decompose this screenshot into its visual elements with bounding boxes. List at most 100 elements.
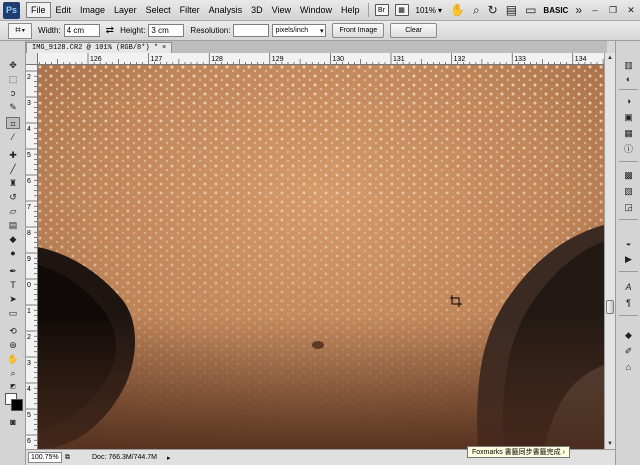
menu-filter[interactable]: Filter bbox=[176, 3, 204, 17]
height-input[interactable] bbox=[148, 24, 185, 37]
default-colors-icon[interactable]: ◩ bbox=[6, 381, 20, 393]
chevron-double-right-icon[interactable]: » bbox=[575, 3, 582, 17]
adjustments-icon[interactable]: ◑ bbox=[622, 95, 635, 107]
path-selection-tool-icon[interactable]: ➤ bbox=[6, 293, 20, 305]
masks-icon[interactable]: ▣ bbox=[622, 111, 635, 123]
quick-mask-icon[interactable]: ◙ bbox=[6, 416, 20, 428]
background-color-swatch[interactable] bbox=[11, 399, 23, 411]
move-tool-icon[interactable]: ✥ bbox=[6, 59, 20, 71]
eyedropper-tool-icon[interactable]: ⁄ bbox=[6, 131, 20, 143]
3d-panel-icon[interactable]: ◆ bbox=[622, 329, 635, 341]
layers-icon[interactable]: ▥ bbox=[622, 59, 635, 71]
3d-rotate-tool-icon[interactable]: ⟲ bbox=[6, 325, 20, 337]
healing-brush-tool-icon[interactable]: ✚ bbox=[6, 149, 20, 161]
dock-divider bbox=[619, 315, 638, 316]
ruler-h-label: 133 bbox=[514, 56, 526, 63]
menu-edit[interactable]: Edit bbox=[52, 3, 76, 17]
gradient-tool-icon[interactable]: ▤ bbox=[6, 219, 20, 231]
brushes-icon[interactable]: ✐ bbox=[622, 345, 635, 357]
ruler-h-label: 132 bbox=[454, 56, 466, 63]
ruler-h-label: 128 bbox=[211, 56, 223, 63]
zoom-level-select[interactable]: 101% ▾ bbox=[416, 6, 442, 15]
bridge-icon[interactable]: Br bbox=[374, 4, 389, 16]
photoshop-logo[interactable]: Ps bbox=[3, 1, 20, 19]
tool-preset-picker[interactable]: ⌗ ▾ bbox=[8, 22, 32, 39]
shape-tool-icon[interactable]: ▭ bbox=[6, 307, 20, 319]
menu-help[interactable]: Help bbox=[337, 3, 364, 17]
blur-tool-icon[interactable]: ◆ bbox=[6, 233, 20, 245]
status-options-icon[interactable]: ⧉ bbox=[65, 454, 70, 462]
histogram-icon[interactable]: ▦ bbox=[622, 127, 635, 139]
zoom-icon[interactable]: ⌕ bbox=[473, 3, 480, 18]
image-canvas[interactable] bbox=[38, 65, 604, 449]
menu-select[interactable]: Select bbox=[142, 3, 175, 17]
close-icon[interactable]: ✕ bbox=[624, 4, 638, 17]
ruler-v-label: 2 bbox=[27, 334, 31, 341]
menu-analysis[interactable]: Analysis bbox=[205, 3, 247, 17]
menu-bar: Ps File Edit Image Layer Select Filter A… bbox=[0, 0, 640, 21]
crop-tool-icon[interactable]: ⌗ bbox=[6, 117, 20, 129]
swap-dimensions-icon[interactable]: ⇄ bbox=[106, 25, 114, 36]
ruler-origin[interactable] bbox=[26, 53, 38, 65]
menu-layer[interactable]: Layer bbox=[110, 3, 141, 17]
channels-icon[interactable]: ◐ bbox=[622, 73, 635, 85]
menu-window[interactable]: Window bbox=[296, 3, 336, 17]
swatches-icon[interactable]: ▩ bbox=[622, 169, 635, 181]
menu-3d[interactable]: 3D bbox=[247, 3, 267, 17]
resolution-units-select[interactable]: pixels/inch ▾ bbox=[272, 24, 327, 37]
arrange-documents-icon[interactable]: ▤ bbox=[506, 3, 517, 17]
dodge-tool-icon[interactable]: ● bbox=[6, 247, 20, 259]
vertical-scrollbar[interactable]: ▲ ▼ bbox=[604, 53, 615, 449]
minimize-icon[interactable]: – bbox=[588, 4, 602, 17]
scroll-up-icon[interactable]: ▲ bbox=[605, 53, 615, 63]
restore-icon[interactable]: ❐ bbox=[606, 4, 620, 17]
dock-divider bbox=[619, 89, 638, 90]
width-input[interactable] bbox=[63, 24, 100, 37]
paragraph-icon[interactable]: ¶ bbox=[622, 297, 635, 309]
ruler-h-label: 126 bbox=[90, 56, 102, 63]
horizontal-ruler[interactable]: 126 127 128 129 130 131 132 133 134 bbox=[38, 53, 604, 65]
resolution-input[interactable] bbox=[233, 24, 270, 37]
info-icon[interactable]: ⓘ bbox=[622, 143, 635, 155]
type-tool-icon[interactable]: T bbox=[6, 279, 20, 291]
character-icon[interactable]: A bbox=[622, 281, 635, 293]
front-image-button[interactable]: Front Image bbox=[332, 23, 385, 38]
zoom-tool-icon[interactable]: ⌕ bbox=[6, 367, 20, 379]
clear-button[interactable]: Clear bbox=[390, 23, 437, 38]
3d-orbit-tool-icon[interactable]: ⊛ bbox=[6, 339, 20, 351]
clone-source-icon[interactable]: ⌂ bbox=[622, 361, 635, 373]
styles-icon[interactable]: ▧ bbox=[622, 185, 635, 197]
navigator-icon[interactable]: ◲ bbox=[622, 201, 635, 213]
scrollbar-thumb[interactable] bbox=[606, 300, 614, 314]
history-brush-tool-icon[interactable]: ↺ bbox=[6, 191, 20, 203]
eraser-tool-icon[interactable]: ▱ bbox=[6, 205, 20, 217]
clone-stamp-tool-icon[interactable]: ♜ bbox=[6, 177, 20, 189]
ruler-v-label: 3 bbox=[27, 100, 31, 107]
resolution-label: Resolution: bbox=[190, 26, 231, 35]
status-menu-arrow-icon[interactable]: ▸ bbox=[167, 454, 171, 462]
menu-file[interactable]: File bbox=[26, 2, 51, 18]
vertical-ruler[interactable]: 2 3 4 5 6 7 8 9 0 1 2 3 4 5 6 bbox=[26, 65, 38, 449]
brush-tool-icon[interactable]: ╱ bbox=[6, 163, 20, 175]
quick-select-tool-icon[interactable]: ✎ bbox=[6, 101, 20, 113]
menu-view[interactable]: View bbox=[268, 3, 295, 17]
hand-icon[interactable]: ✋ bbox=[450, 3, 465, 17]
rotate-view-icon[interactable]: ↻ bbox=[488, 3, 498, 17]
hand-tool-icon[interactable]: ✋ bbox=[6, 353, 20, 365]
zoom-percentage-field[interactable]: 100.75% bbox=[28, 452, 62, 463]
menu-image[interactable]: Image bbox=[76, 3, 109, 17]
marquee-tool-icon[interactable]: ⬚ bbox=[6, 73, 20, 85]
view-extras-icon[interactable]: ▦ bbox=[394, 4, 409, 16]
crop-icon: ⌗ bbox=[15, 25, 21, 36]
scroll-down-icon[interactable]: ▼ bbox=[605, 439, 615, 449]
actions-icon[interactable]: ▶ bbox=[622, 253, 635, 265]
nose-closeup-image bbox=[38, 65, 604, 449]
pen-tool-icon[interactable]: ✒ bbox=[6, 265, 20, 277]
width-label: Width: bbox=[38, 26, 61, 35]
history-icon[interactable]: ◒ bbox=[622, 237, 635, 249]
screen-mode-icon[interactable]: ▭ bbox=[525, 3, 536, 17]
document-tab[interactable]: IMG_9128.CR2 @ 101% (RGB/8*) * × bbox=[26, 42, 173, 53]
close-tab-icon[interactable]: × bbox=[162, 44, 166, 52]
lasso-tool-icon[interactable]: ↄ bbox=[6, 87, 20, 99]
workspace-switcher[interactable]: BASIC bbox=[543, 6, 568, 15]
